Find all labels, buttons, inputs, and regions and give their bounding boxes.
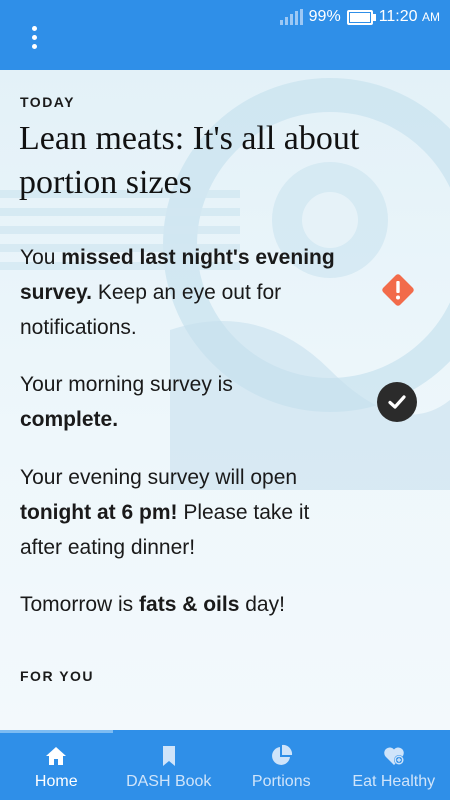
- signal-icon: [279, 9, 303, 25]
- missed-survey-message: You missed last night's evening survey. …: [20, 246, 335, 339]
- tomorrow-message: Tomorrow is fats & oils day!: [20, 593, 285, 616]
- nav-eat-healthy[interactable]: Eat Healthy: [338, 730, 450, 800]
- app-bar: 99% 11:20 AM: [0, 0, 450, 70]
- bookmark-icon: [162, 746, 175, 766]
- check-icon: [377, 382, 417, 422]
- nav-portions[interactable]: Portions: [225, 730, 338, 800]
- battery-icon: [346, 9, 376, 25]
- bottom-navigation: Home DASH Book Portions Eat Healthy: [0, 730, 450, 800]
- nav-home[interactable]: Home: [0, 730, 113, 800]
- nav-dash-book-label: DASH Book: [126, 773, 212, 790]
- pie-chart-icon: [272, 744, 293, 765]
- clock-ampm: AM: [422, 10, 440, 24]
- nav-portions-label: Portions: [251, 773, 311, 790]
- heart-plus-icon: [383, 747, 404, 765]
- nav-home-label: Home: [34, 773, 78, 790]
- today-headline: Lean meats: It's all about portion sizes: [19, 120, 360, 201]
- nav-eat-healthy-label: Eat Healthy: [352, 773, 436, 790]
- morning-survey-message: Your morning survey is complete.: [20, 373, 233, 431]
- warning-icon: [382, 274, 414, 306]
- nav-dash-book[interactable]: DASH Book: [113, 730, 226, 800]
- status-bar: 99% 11:20 AM: [279, 6, 440, 28]
- clock-time: 11:20: [378, 8, 418, 25]
- clock: 11:20 AM: [379, 8, 440, 26]
- home-icon: [46, 747, 67, 765]
- evening-survey-message: Your evening survey will open tonight at…: [20, 466, 310, 559]
- active-tab-indicator: [0, 730, 113, 733]
- for-you-label: FOR YOU: [20, 668, 95, 684]
- today-label: TODAY: [20, 94, 75, 110]
- more-vert-icon[interactable]: [22, 24, 46, 50]
- battery-percent: 99%: [308, 8, 341, 25]
- main-content: TODAY Lean meats: It's all about portion…: [0, 70, 450, 730]
